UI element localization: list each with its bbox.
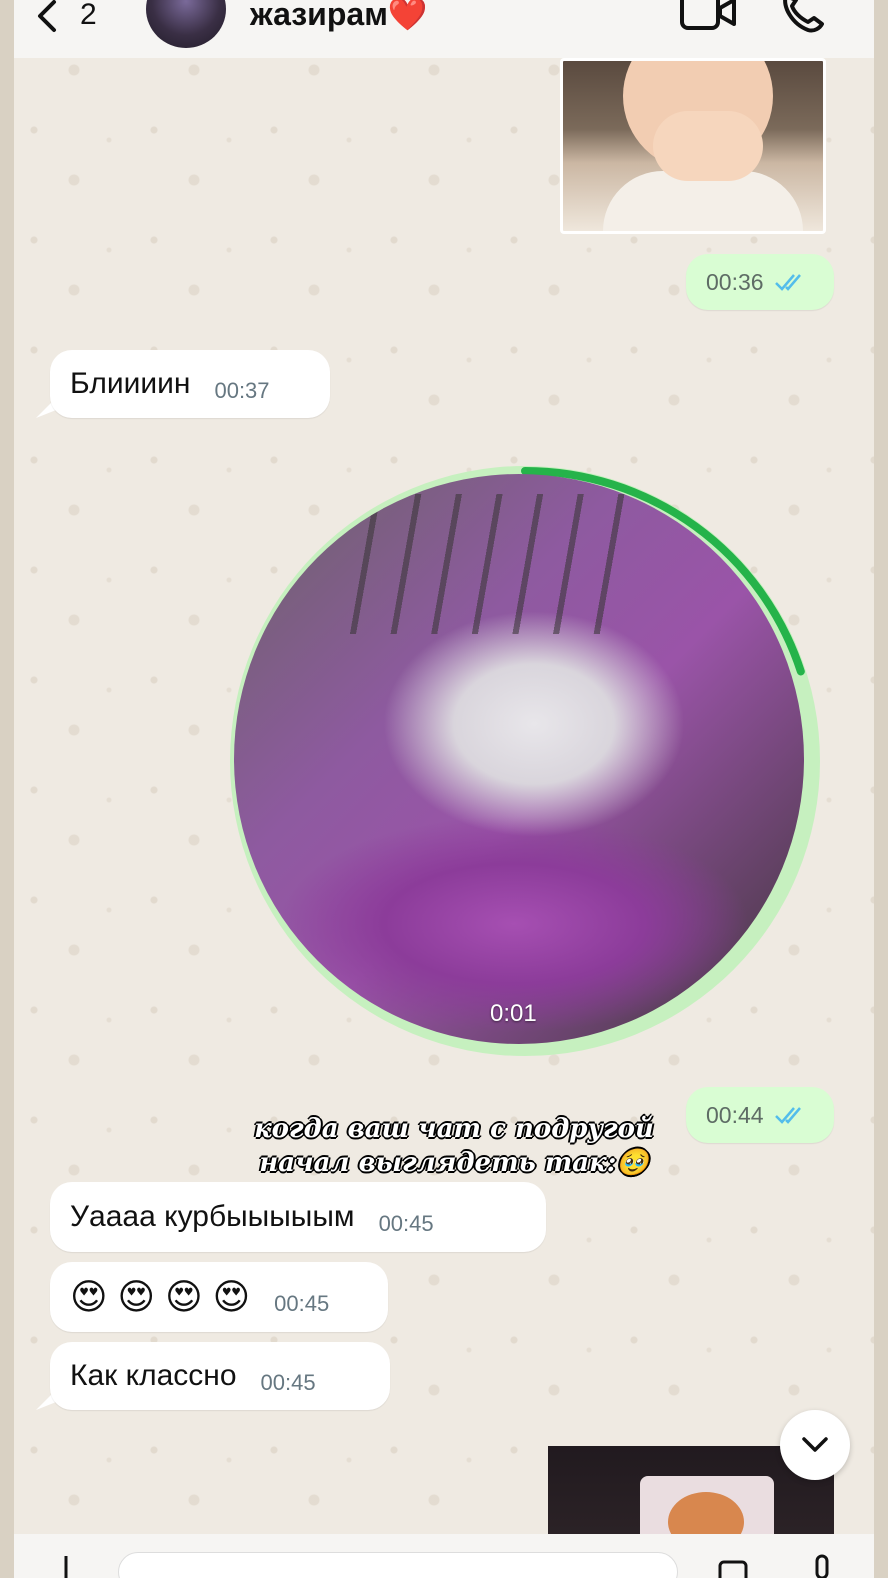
message-time: 00:44 (706, 1101, 764, 1128)
sticker-message[interactable] (560, 58, 826, 234)
chevron-left-icon[interactable] (32, 0, 62, 34)
heart-emoji: ❤️ (387, 0, 428, 32)
incoming-message[interactable]: 😍 😍 😍 😍 00:45 (50, 1262, 388, 1332)
message-text: Блиииин (70, 367, 191, 400)
microphone-icon[interactable] (812, 1554, 832, 1578)
incoming-message[interactable]: Уаааа курбыыыыым 00:45 (50, 1182, 546, 1252)
contact-name[interactable]: жазирам❤️ (250, 0, 428, 30)
incoming-message[interactable]: Блиииин 00:37 (50, 350, 330, 418)
video-duration: 0:01 (490, 1000, 537, 1027)
sticker-hand (653, 111, 763, 181)
camera-icon[interactable] (718, 1556, 748, 1578)
message-time: 00:45 (274, 1291, 330, 1316)
message-input[interactable] (118, 1552, 678, 1578)
message-time: 00:37 (214, 378, 270, 403)
caption-line: когда ваш чат с подругой (254, 1114, 654, 1144)
phone-icon[interactable] (778, 0, 828, 34)
video-note[interactable] (234, 474, 804, 1044)
incoming-message[interactable]: Как классно 00:45 (50, 1342, 390, 1410)
message-text: Как классно (70, 1359, 237, 1392)
contact-name-text: жазирам (250, 0, 388, 32)
caption-line: начал выглядеть так:🥹 (259, 1148, 649, 1178)
message-composer (14, 1534, 874, 1578)
overlay-caption: когда ваш чат с подругой начал выглядеть… (234, 1112, 674, 1180)
message-time: 00:36 (706, 268, 764, 295)
message-time: 00:45 (378, 1211, 434, 1236)
video-background-detail (334, 494, 634, 634)
scroll-down-button[interactable] (780, 1410, 850, 1480)
chat-header: 2 жазирам❤️ (14, 0, 874, 58)
unread-count[interactable]: 2 (80, 0, 97, 30)
video-time-bubble: 00:44 (686, 1087, 834, 1143)
message-time: 00:45 (260, 1370, 316, 1395)
chat-screen: 2 жазирам❤️ 00:36 Блиииин 00:37 0:01 00:… (14, 0, 874, 1578)
read-ticks-icon (774, 1107, 801, 1124)
chevron-down-icon (802, 1437, 828, 1452)
message-text: Уаааа курбыыыыым (70, 1200, 355, 1233)
sticker-time-bubble: 00:36 (686, 254, 834, 310)
read-ticks-icon (774, 274, 801, 291)
message-emoji: 😍 😍 😍 😍 (70, 1276, 251, 1317)
plus-icon[interactable] (54, 1554, 78, 1578)
video-camera-icon[interactable] (678, 0, 738, 32)
avatar[interactable] (146, 0, 226, 48)
